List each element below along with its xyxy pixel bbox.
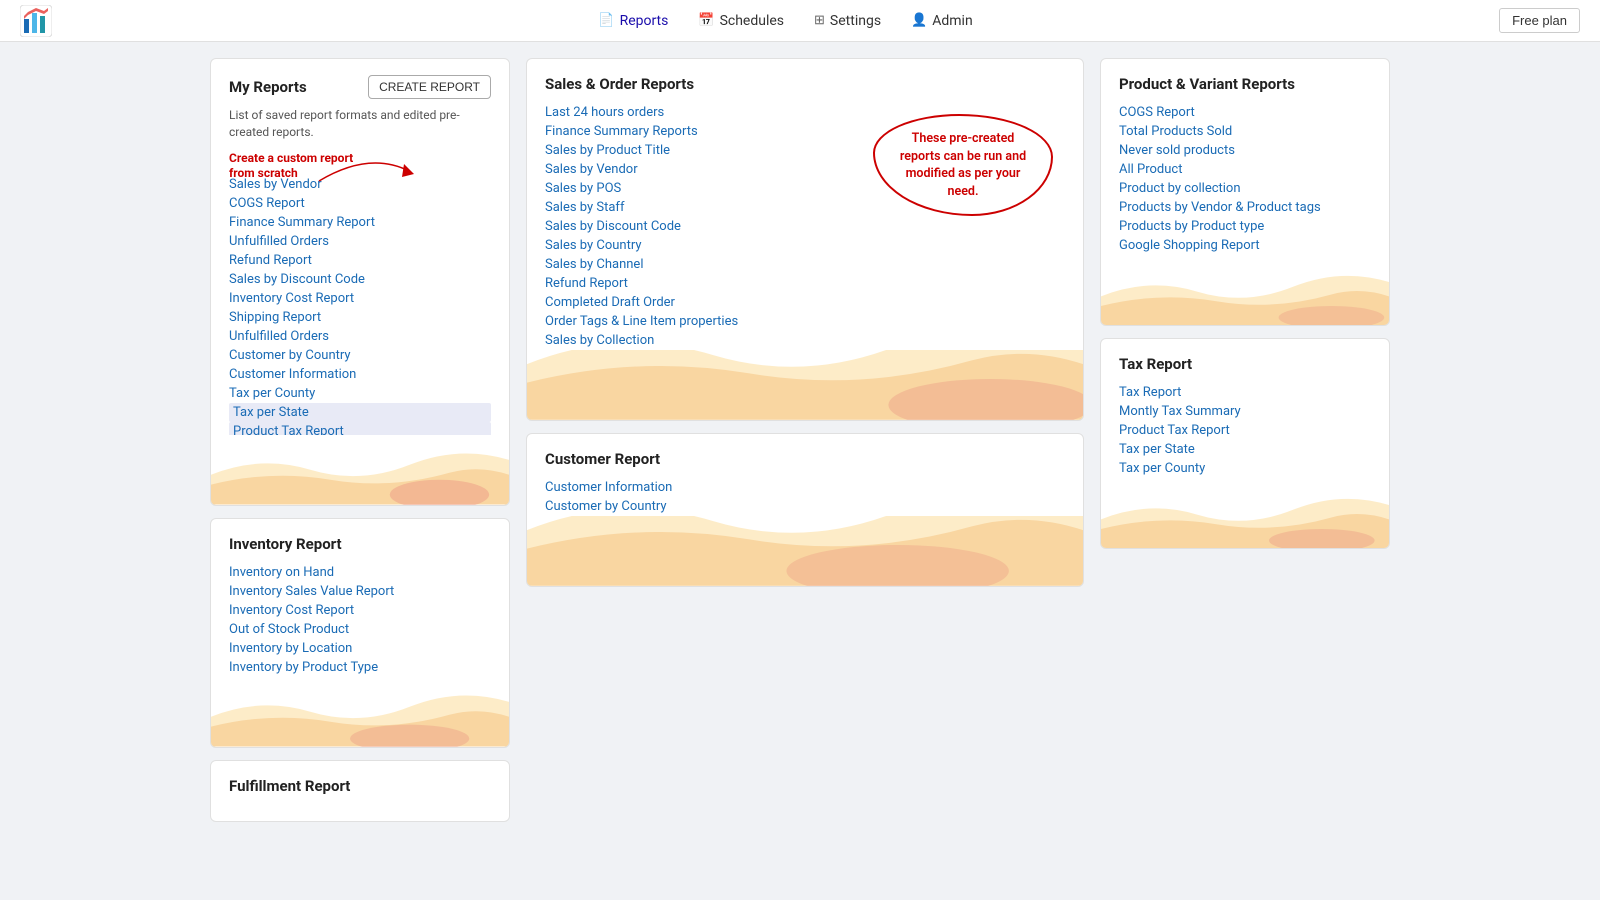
inventory-report-link[interactable]: Out of Stock Product <box>229 620 491 639</box>
inventory-report-link[interactable]: Inventory Sales Value Report <box>229 582 491 601</box>
my-reports-title: My Reports <box>229 78 307 96</box>
product-variant-card: Product & Variant Reports COGS ReportTot… <box>1100 58 1390 326</box>
product-variant-link[interactable]: Products by Product type <box>1119 217 1371 236</box>
inventory-report-card: Inventory Report Inventory on HandInvent… <box>210 518 510 748</box>
my-report-item[interactable]: Shipping Report <box>229 308 491 327</box>
far-right-column: Product & Variant Reports COGS ReportTot… <box>1100 58 1390 822</box>
customer-report-link[interactable]: Customer by Country <box>545 497 1065 516</box>
my-report-item[interactable]: Customer by Country <box>229 346 491 365</box>
customer-report-link[interactable]: Customer Information <box>545 478 1065 497</box>
reports-icon: 📄 <box>598 13 614 28</box>
middle-column: Sales & Order Reports These pre-created … <box>526 58 1084 822</box>
inventory-report-title: Inventory Report <box>229 535 491 553</box>
sales-order-link[interactable]: Sales by Discount Code <box>545 217 1065 236</box>
my-report-item[interactable]: COGS Report <box>229 194 491 213</box>
inventory-wave <box>211 677 509 747</box>
inventory-report-link[interactable]: Inventory by Product Type <box>229 658 491 677</box>
tax-report-title: Tax Report <box>1119 355 1371 373</box>
customer-wave <box>527 516 1083 586</box>
product-wave <box>1101 258 1389 325</box>
my-report-item[interactable]: Finance Summary Report <box>229 213 491 232</box>
my-report-item[interactable]: Customer Information <box>229 365 491 384</box>
inventory-report-link[interactable]: Inventory on Hand <box>229 563 491 582</box>
sales-order-title: Sales & Order Reports <box>545 75 1065 93</box>
product-variant-link[interactable]: Products by Vendor & Product tags <box>1119 198 1371 217</box>
right-columns: Sales & Order Reports These pre-created … <box>526 58 1390 822</box>
inventory-report-link[interactable]: Inventory Cost Report <box>229 601 491 620</box>
my-reports-description: List of saved report formats and edited … <box>229 107 491 141</box>
sales-order-reports-card: Sales & Order Reports These pre-created … <box>526 58 1084 421</box>
tax-wave <box>1101 481 1389 548</box>
fulfillment-report-card: Fulfillment Report <box>210 760 510 822</box>
header: 📄 Reports 📅 Schedules ⊞ Settings 👤 Admin… <box>0 0 1600 42</box>
my-report-item[interactable]: Tax per County <box>229 384 491 403</box>
my-report-item[interactable]: Product Tax Report <box>229 422 491 435</box>
nav-reports[interactable]: 📄 Reports <box>598 13 668 29</box>
app-logo <box>20 5 52 37</box>
sales-order-link[interactable]: Sales by Channel <box>545 255 1065 274</box>
tax-report-link[interactable]: Tax Report <box>1119 383 1371 402</box>
sales-wave <box>527 350 1083 420</box>
product-variant-link[interactable]: Google Shopping Report <box>1119 236 1371 255</box>
my-report-item[interactable]: Inventory Cost Report <box>229 289 491 308</box>
customer-report-title: Customer Report <box>545 450 1065 468</box>
main-content: My Reports CREATE REPORT List of saved r… <box>190 42 1410 838</box>
wave-decoration <box>211 435 509 505</box>
sales-order-link[interactable]: Order Tags & Line Item properties <box>545 312 1065 331</box>
schedules-icon: 📅 <box>698 13 714 28</box>
my-report-item[interactable]: Unfulfilled Orders <box>229 232 491 251</box>
sales-order-link[interactable]: Completed Draft Order <box>545 293 1065 312</box>
my-reports-list: Sales by VendorCOGS ReportFinance Summar… <box>229 175 491 435</box>
admin-icon: 👤 <box>911 13 927 28</box>
left-column: My Reports CREATE REPORT List of saved r… <box>210 58 510 822</box>
my-report-item[interactable]: Sales by Discount Code <box>229 270 491 289</box>
fulfillment-report-title: Fulfillment Report <box>229 777 491 795</box>
arrow-annotation <box>309 141 429 196</box>
nav-admin[interactable]: 👤 Admin <box>911 13 973 29</box>
tax-report-link[interactable]: Tax per County <box>1119 459 1371 478</box>
nav-schedules[interactable]: 📅 Schedules <box>698 13 784 29</box>
create-report-button[interactable]: CREATE REPORT <box>368 75 491 99</box>
main-nav: 📄 Reports 📅 Schedules ⊞ Settings 👤 Admin <box>72 13 1499 29</box>
settings-icon: ⊞ <box>814 13 825 28</box>
tax-report-link[interactable]: Product Tax Report <box>1119 421 1371 440</box>
product-variant-link[interactable]: Never sold products <box>1119 141 1371 160</box>
sales-order-link[interactable]: Sales by Country <box>545 236 1065 255</box>
free-plan-button[interactable]: Free plan <box>1499 8 1580 33</box>
sales-order-link[interactable]: Refund Report <box>545 274 1065 293</box>
my-report-item[interactable]: Tax per State <box>229 403 491 422</box>
product-variant-title: Product & Variant Reports <box>1119 75 1371 93</box>
product-variant-link[interactable]: All Product <box>1119 160 1371 179</box>
inventory-report-link[interactable]: Inventory by Location <box>229 639 491 658</box>
tax-report-link[interactable]: Tax per State <box>1119 440 1371 459</box>
customer-report-card: Customer Report Customer InformationCust… <box>526 433 1084 587</box>
my-report-item[interactable]: Refund Report <box>229 251 491 270</box>
nav-settings[interactable]: ⊞ Settings <box>814 13 881 29</box>
tax-report-link[interactable]: Montly Tax Summary <box>1119 402 1371 421</box>
product-variant-link[interactable]: COGS Report <box>1119 103 1371 122</box>
product-variant-link[interactable]: Total Products Sold <box>1119 122 1371 141</box>
my-report-item[interactable]: Unfulfilled Orders <box>229 327 491 346</box>
my-reports-card: My Reports CREATE REPORT List of saved r… <box>210 58 510 506</box>
tax-report-card: Tax Report Tax ReportMontly Tax SummaryP… <box>1100 338 1390 549</box>
sales-order-link[interactable]: Sales by Collection <box>545 331 1065 350</box>
product-variant-link[interactable]: Product by collection <box>1119 179 1371 198</box>
